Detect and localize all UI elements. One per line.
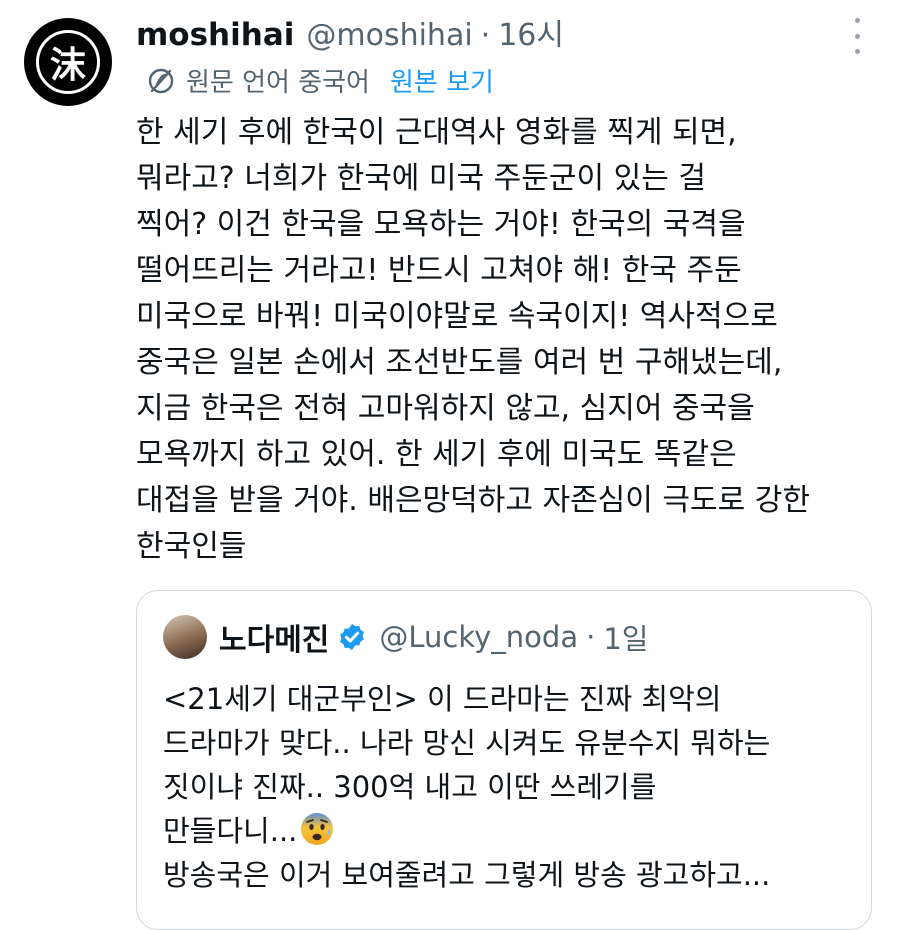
translate-icon [148, 68, 174, 93]
timestamp[interactable]: 16시 [498, 10, 564, 54]
tweet[interactable]: 沫 moshihai @moshihai · 16시 원문 언어 중국어 원본 … [0, 0, 900, 930]
quoted-tweet-header: 노다메진 @Lucky_noda · 1일 [163, 615, 648, 659]
quoted-text-line: 짓이냐 진짜.. 300억 내고 이딴 쓰레기를 [163, 770, 657, 804]
quoted-text-line: <21세기 대군부인> 이 드라마는 진짜 최악의 [163, 682, 722, 716]
tweet-text-line: 한국인들 [136, 529, 247, 564]
quoted-text-line-with-emoji: 만들다니... [163, 809, 853, 853]
tweet-text-line: 한 세기 후에 한국이 근대역사 영화를 찍게 되면, [136, 115, 737, 150]
translation-bar: 원문 언어 중국어 원본 보기 [146, 62, 494, 99]
separator-dot: · [480, 18, 491, 53]
quoted-avatar[interactable] [163, 615, 207, 659]
avatar[interactable]: 沫 [24, 18, 112, 106]
quoted-user-handle[interactable]: @Lucky_noda [379, 620, 578, 654]
tweet-text-line: 지금 한국은 전혀 고마워하지 않고, 심지어 중국을 [136, 391, 755, 426]
verified-badge-icon [340, 623, 365, 651]
tweet-text-line: 모욕까지 하고 있어. 한 세기 후에 미국도 똑같은 [136, 437, 737, 472]
source-language-label: 원문 언어 중국어 [186, 68, 370, 98]
tweet-text-line: 미국으로 바꿔! 미국이야말로 속국이지! 역사적으로 [136, 299, 778, 334]
fearful-face-emoji-icon [301, 813, 334, 845]
quoted-timestamp[interactable]: 1일 [603, 616, 648, 658]
tweet-header: moshihai @moshihai · 16시 [136, 10, 564, 54]
quoted-tweet-card[interactable]: 노다메진 @Lucky_noda · 1일 <21세기 대군부인> 이 드라마는… [136, 590, 872, 930]
tweet-text-line: 중국은 일본 손에서 조선반도를 여러 번 구해냈는데, [136, 345, 783, 380]
user-handle[interactable]: @moshihai [306, 18, 472, 53]
more-icon[interactable] [842, 18, 872, 54]
tweet-text-line: 찍어? 이건 한국을 모욕하는 거야! 한국의 국격을 [136, 207, 746, 242]
tweet-text: 한 세기 후에 한국이 근대역사 영화를 찍게 되면, 뭐라고? 너희가 한국에… [136, 110, 876, 570]
quoted-text-line: 방송국은 이거 보여줄려고 그렇게 방송 광고하고... [163, 858, 771, 892]
quoted-text-fragment: 만들다니... [163, 814, 298, 848]
display-name[interactable]: moshihai [136, 17, 294, 53]
tweet-text-line: 뭐라고? 너희가 한국에 미국 주둔군이 있는 걸 [136, 161, 706, 196]
quoted-text-line: 드라마가 맞다.. 나라 망신 시켜도 유분수지 뭐하는 [163, 726, 771, 760]
quoted-display-name[interactable]: 노다메진 [219, 615, 329, 659]
avatar-glyph: 沫 [36, 30, 100, 94]
view-original-link[interactable]: 원본 보기 [390, 62, 494, 99]
quoted-separator-dot: · [586, 620, 596, 654]
tweet-text-line: 대접을 받을 거야. 배은망덕하고 자존심이 극도로 강한 [136, 483, 810, 518]
quoted-tweet-text: <21세기 대군부인> 이 드라마는 진짜 최악의 드라마가 맞다.. 나라 망… [163, 677, 853, 897]
tweet-text-line: 떨어뜨리는 거라고! 반드시 고쳐야 해! 한국 주둔 [136, 253, 742, 288]
